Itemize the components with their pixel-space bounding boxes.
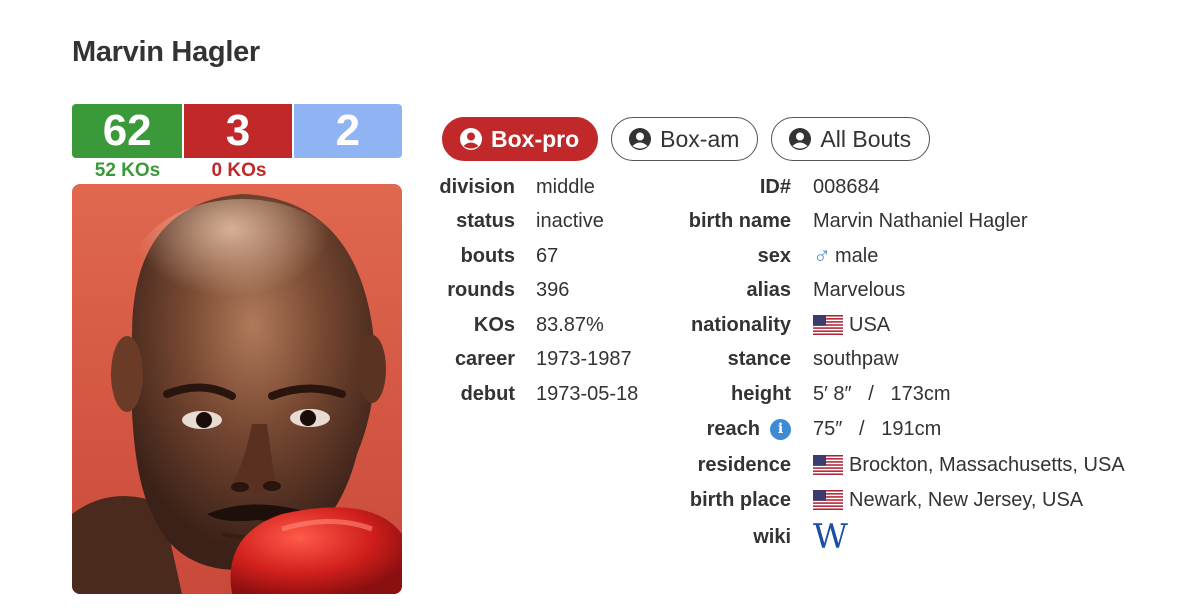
field-value: 5′ 8″ / 173cm [813,382,951,405]
male-symbol-icon: ♂ [813,242,831,269]
field-stance: stance southpaw [650,342,1190,376]
field-label: status [456,209,515,232]
tab-box-am[interactable]: Box-am [611,117,759,161]
field-label: alias [746,278,791,301]
field-height: height 5′ 8″ / 173cm [650,377,1190,411]
field-label: wiki [753,525,791,548]
field-value: 75″ / 191cm [813,417,942,440]
field-value: Marvelous [813,278,906,301]
boxer-photo [72,184,402,594]
field-label: debut [460,382,515,405]
user-circle-icon [629,128,652,150]
wins-count: 62 [72,104,183,158]
field-value: inactive [536,209,604,232]
profile-tabs: Box-pro Box-am All Bouts [442,117,931,161]
field-value: male [835,244,879,267]
user-circle-icon [460,128,482,150]
field-value-wrap: Newark, New Jersey, USA [813,489,1083,512]
win-kos: 52 KOs [94,160,161,181]
field-value: Marvin Nathaniel Hagler [813,209,1028,232]
us-flag-icon [813,490,843,510]
field-label: nationality [690,313,791,336]
loss-kos: 0 KOs [211,160,267,181]
draws-count: 2 [293,104,402,158]
user-circle-icon [789,128,812,150]
field-label: rounds [447,278,515,301]
tab-box-pro-label: Box-pro [491,125,580,152]
field-wiki: wiki W [650,520,1190,554]
field-label: height [731,382,791,405]
field-reach: reach i 75″ / 191cm [650,412,1190,446]
field-value: 83.87% [536,313,604,336]
field-value: 1973-1987 [536,347,632,370]
wikipedia-icon[interactable]: W [813,520,848,554]
field-label: birth name [688,209,791,232]
field-value-wrap: USA [813,314,890,337]
field-label: sex [757,244,791,267]
wiki-link[interactable]: W [813,520,848,554]
field-residence: residence Brockton, Massachusetts, USA [650,448,1190,482]
tab-box-am-label: Box-am [660,125,740,152]
field-value: Newark, New Jersey, USA [849,488,1084,511]
field-label: stance [727,347,791,370]
field-value: 008684 [813,175,880,198]
field-label-wrap: reach i [650,418,791,441]
tab-box-pro[interactable]: Box-pro [442,117,599,161]
field-value-wrap: Brockton, Massachusetts, USA [813,454,1125,477]
field-birth-place: birth place Newark, New Jersey, USA [650,483,1190,517]
field-label: ID# [759,175,791,198]
page-title: Marvin Hagler [72,36,260,68]
field-value: southpaw [813,347,899,370]
field-alias: alias Marvelous [650,273,1190,307]
field-nationality: nationality USA [650,308,1190,342]
field-value: 1973-05-18 [536,382,639,405]
field-value: 67 [536,244,559,267]
field-label: bouts [460,244,515,267]
field-value: middle [536,175,595,198]
field-value: USA [849,313,891,336]
field-sex: sex ♂ male [650,239,1190,273]
losses-count: 3 [184,104,292,158]
field-label: residence [697,453,791,476]
boxer-portrait-image [72,184,402,594]
field-label: KOs [473,313,515,336]
field-birth-name: birth name Marvin Nathaniel Hagler [650,204,1190,238]
field-label: birth place [689,488,791,511]
field-label: career [454,347,515,370]
field-value: 396 [536,278,570,301]
tab-all-bouts[interactable]: All Bouts [771,117,931,161]
us-flag-icon [813,455,843,475]
field-label: division [439,175,515,198]
us-flag-icon [813,315,843,335]
tab-all-bouts-label: All Bouts [820,125,912,152]
field-label: reach [706,417,760,440]
info-icon[interactable]: i [770,418,791,440]
field-id: ID# 008684 [650,170,1190,204]
record-bar: 62 3 2 [72,104,402,158]
field-value-wrap: ♂ male [813,242,878,270]
field-value: Brockton, Massachusetts, USA [849,453,1125,476]
